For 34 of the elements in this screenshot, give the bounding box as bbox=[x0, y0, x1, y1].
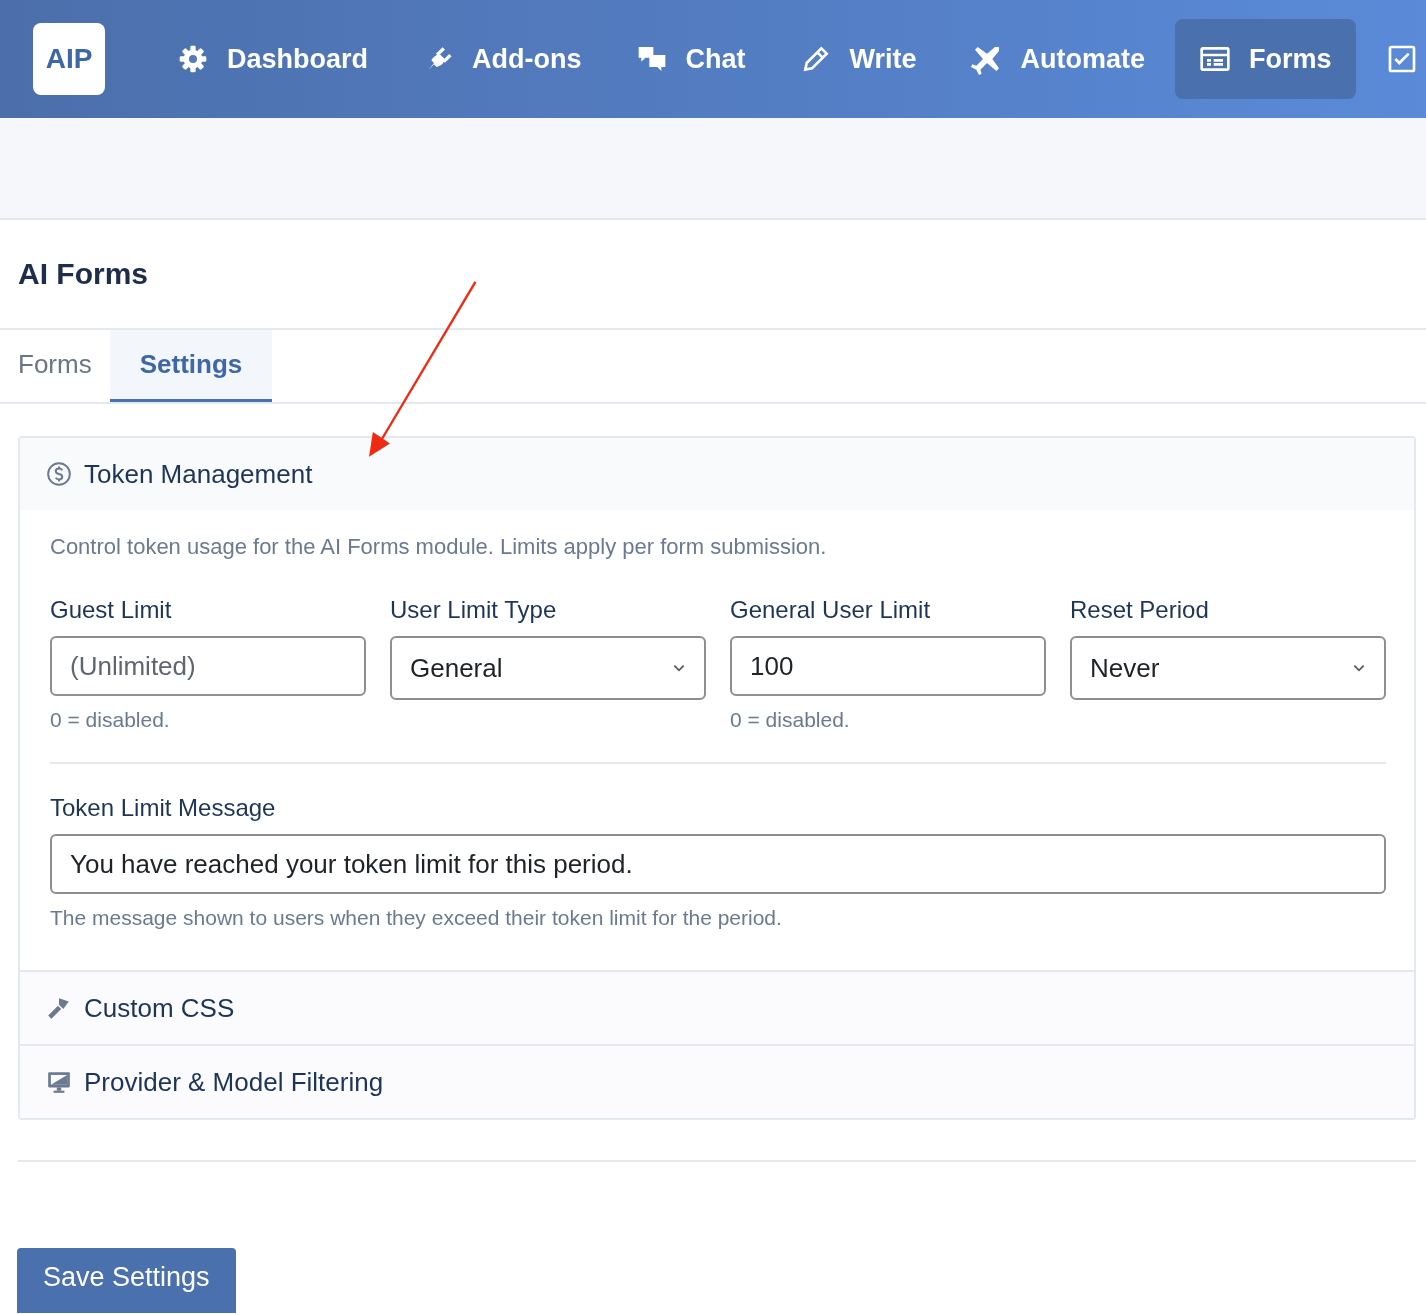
nav-item[interactable]: Dashboard bbox=[153, 19, 393, 99]
nav-item[interactable]: Automate bbox=[946, 19, 1170, 99]
nav-item[interactable]: Chat bbox=[611, 19, 770, 99]
section-header[interactable]: Provider & Model Filtering bbox=[20, 1046, 1414, 1118]
field-hint: The message shown to users when they exceed their token limit for the period. bbox=[50, 906, 783, 930]
input-field[interactable]: You have reached your token limit for this period. bbox=[50, 834, 1386, 894]
field-label: User Limit Type bbox=[390, 596, 558, 624]
app-logo[interactable]: AIP bbox=[33, 23, 105, 95]
nav-item[interactable]: Add-ons bbox=[398, 19, 606, 99]
dollar-icon bbox=[46, 461, 72, 487]
dropdown[interactable]: General bbox=[390, 636, 706, 700]
field-hint: 0 = disabled. bbox=[730, 708, 851, 732]
tab[interactable]: Settings bbox=[109, 330, 273, 402]
dropdown[interactable]: Never bbox=[1070, 636, 1386, 700]
gear-icon bbox=[177, 43, 209, 75]
chevron-down-icon bbox=[672, 663, 686, 673]
brush-icon bbox=[46, 995, 72, 1021]
input-field[interactable]: 100 bbox=[730, 636, 1046, 696]
section-header[interactable]: Custom CSS bbox=[20, 972, 1414, 1044]
section-header[interactable]: Token Management bbox=[20, 438, 1414, 510]
section-description: Control token usage for the AI Forms module. Limits apply per form submission. bbox=[50, 534, 828, 560]
page-title: AI Forms bbox=[18, 257, 149, 291]
field-label: Token Limit Message bbox=[50, 794, 277, 822]
field-label: Guest Limit bbox=[50, 596, 173, 624]
nav-item[interactable]: Forms bbox=[1175, 19, 1356, 99]
nav-item[interactable]: Write bbox=[775, 19, 941, 99]
input-field[interactable]: (Unlimited) bbox=[50, 636, 366, 696]
save-settings-button[interactable]: Save Settings bbox=[17, 1248, 236, 1313]
field-hint: 0 = disabled. bbox=[50, 708, 171, 732]
field-label: General User Limit bbox=[730, 596, 932, 624]
monitor-icon bbox=[46, 1069, 72, 1095]
tab[interactable]: Forms bbox=[0, 330, 110, 402]
chevron-down-icon bbox=[1352, 663, 1366, 673]
field-label: Reset Period bbox=[1070, 596, 1210, 624]
